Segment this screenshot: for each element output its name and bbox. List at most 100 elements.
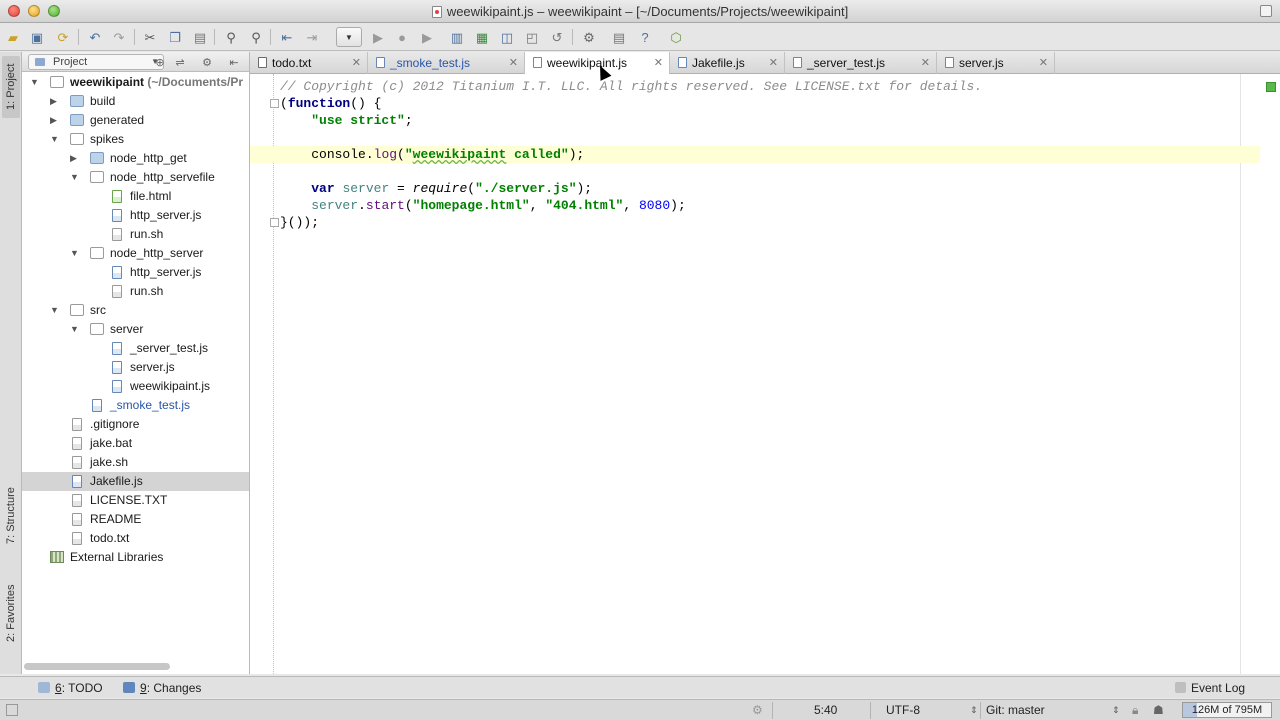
changes-tool-button[interactable]: 9: Changes (123, 680, 201, 696)
expanded-arrow-icon[interactable]: ▼ (70, 244, 79, 263)
help-icon[interactable]: ? (636, 28, 654, 46)
tree-item[interactable]: server.js (22, 358, 249, 377)
vcs-branch[interactable]: Git: master (986, 703, 1045, 718)
tool-tab-favorites[interactable]: 2: Favorites (2, 578, 20, 648)
save-icon[interactable]: ▣ (28, 28, 46, 46)
scroll-from-source-icon[interactable]: ⊕ (153, 55, 167, 69)
tree-item[interactable]: jake.sh (22, 453, 249, 472)
horizontal-scrollbar[interactable] (24, 663, 170, 670)
editor-tab[interactable]: server.js ✕ (937, 52, 1055, 74)
event-log-button[interactable]: Event Log (1175, 680, 1245, 696)
toggle-tool-windows-icon[interactable] (6, 704, 18, 716)
tree-item[interactable]: http_server.js (22, 263, 249, 282)
caret-position[interactable]: 5:40 (814, 703, 837, 718)
expanded-arrow-icon[interactable]: ▼ (70, 320, 79, 339)
collapse-all-icon[interactable]: ⇌ (173, 55, 187, 69)
memory-indicator[interactable]: 126M of 795M (1182, 702, 1272, 718)
expanded-arrow-icon[interactable]: ▼ (50, 301, 59, 320)
tree-item[interactable]: Jakefile.js (22, 472, 249, 491)
close-tab-icon[interactable]: ✕ (509, 52, 518, 74)
run-configuration-dropdown[interactable]: ▼ (336, 27, 362, 47)
tree-item[interactable]: _server_test.js (22, 339, 249, 358)
tree-item[interactable]: weewikipaint.js (22, 377, 249, 396)
undo-icon[interactable]: ↶ (86, 28, 104, 46)
tree-item[interactable]: ▼ weewikipaint (~/Documents/Pr (22, 73, 249, 92)
tree-item[interactable]: ▼ server (22, 320, 249, 339)
expanded-arrow-icon[interactable]: ▼ (50, 130, 59, 149)
editor-tab[interactable]: _smoke_test.js ✕ (368, 52, 525, 74)
debug-icon[interactable]: ● (393, 28, 411, 46)
tree-item[interactable]: ▶ generated (22, 111, 249, 130)
tree-item[interactable]: todo.txt (22, 529, 249, 548)
plugin-icon[interactable]: ⬡ (667, 28, 685, 46)
back-icon[interactable]: ⇤ (278, 28, 296, 46)
close-tab-icon[interactable]: ✕ (1039, 52, 1048, 74)
expanded-arrow-icon[interactable]: ▼ (70, 168, 79, 187)
run-icon[interactable]: ▶ (369, 28, 387, 46)
vcs-update-icon[interactable]: ▥ (448, 28, 466, 46)
tool-tab-project[interactable]: 1: Project (2, 56, 20, 118)
find-icon[interactable]: ⚲ (222, 28, 240, 46)
code-content[interactable]: // Copyright (c) 2012 Titanium I.T. LLC.… (250, 78, 1260, 231)
todo-tool-button[interactable]: 6: TODO (38, 680, 103, 696)
expanded-arrow-icon[interactable]: ▼ (30, 73, 39, 92)
settings-icon[interactable]: ⚙ (580, 28, 598, 46)
tree-item[interactable]: ▶ node_http_get (22, 149, 249, 168)
tree-item[interactable]: jake.bat (22, 434, 249, 453)
sync-icon[interactable]: ⟳ (54, 28, 72, 46)
close-tab-icon[interactable]: ✕ (654, 52, 663, 74)
tool-tab-structure[interactable]: 7: Structure (2, 476, 20, 556)
forward-icon[interactable]: ⇥ (303, 28, 321, 46)
file-encoding[interactable]: UTF-8 (886, 703, 920, 718)
hide-panel-icon[interactable]: ⇤ (227, 55, 241, 69)
inspector-icon[interactable]: ☗ (1153, 703, 1164, 718)
collapsed-arrow-icon[interactable]: ▶ (70, 149, 77, 168)
editor-tab[interactable]: todo.txt ✕ (250, 52, 368, 74)
redo-icon[interactable]: ↷ (110, 28, 128, 46)
paste-icon[interactable]: ▤ (191, 28, 209, 46)
close-tab-icon[interactable]: ✕ (769, 52, 778, 74)
close-tab-icon[interactable]: ✕ (921, 52, 930, 74)
tree-item[interactable]: External Libraries (22, 548, 249, 567)
tree-item[interactable]: file.html (22, 187, 249, 206)
fold-marker-icon[interactable] (270, 218, 279, 227)
open-folder-icon[interactable]: ▰ (4, 28, 22, 46)
vcs-compare-icon[interactable]: ◫ (498, 28, 516, 46)
sh-file-icon (72, 418, 82, 431)
tree-item[interactable]: .gitignore (22, 415, 249, 434)
replace-icon[interactable]: ⚲ (247, 28, 265, 46)
sh-file-icon (72, 494, 82, 507)
copy-icon[interactable]: ❐ (166, 28, 184, 46)
js-file-icon (376, 57, 385, 68)
tree-item[interactable]: ▼ spikes (22, 130, 249, 149)
code-editor[interactable]: // Copyright (c) 2012 Titanium I.T. LLC.… (250, 74, 1280, 674)
collapsed-arrow-icon[interactable]: ▶ (50, 111, 57, 130)
tree-item-label: .gitignore (90, 417, 140, 431)
vcs-history-icon[interactable]: ◰ (523, 28, 541, 46)
tree-item[interactable]: ▼ src (22, 301, 249, 320)
fold-marker-icon[interactable] (270, 99, 279, 108)
cut-icon[interactable]: ✂ (141, 28, 159, 46)
collapsed-arrow-icon[interactable]: ▶ (50, 92, 57, 111)
gear-icon[interactable]: ⚙ (200, 55, 214, 69)
vcs-commit-icon[interactable]: ▦ (473, 28, 491, 46)
tree-item[interactable]: README (22, 510, 249, 529)
tree-item[interactable]: http_server.js (22, 206, 249, 225)
tree-item[interactable]: LICENSE.TXT (22, 491, 249, 510)
lock-icon[interactable]: 🔒︎ (1132, 703, 1138, 718)
tree-item[interactable]: _smoke_test.js (22, 396, 249, 415)
vcs-revert-icon[interactable]: ↺ (548, 28, 566, 46)
project-structure-icon[interactable]: ▤ (610, 28, 628, 46)
tree-item[interactable]: ▼ node_http_server (22, 244, 249, 263)
editor-tab[interactable]: _server_test.js ✕ (785, 52, 937, 74)
coverage-icon[interactable]: ▶ (418, 28, 436, 46)
tree-item[interactable]: run.sh (22, 282, 249, 301)
tree-item[interactable]: ▼ node_http_servefile (22, 168, 249, 187)
window-title: weewikipaint.js – weewikipaint – [~/Docu… (0, 4, 1280, 19)
close-tab-icon[interactable]: ✕ (352, 52, 361, 74)
editor-tab[interactable]: Jakefile.js ✕ (670, 52, 785, 74)
tree-item[interactable]: ▶ build (22, 92, 249, 111)
tree-item[interactable]: run.sh (22, 225, 249, 244)
project-view-selector[interactable]: Project ▼ (28, 54, 164, 70)
fullscreen-icon[interactable] (1260, 5, 1272, 17)
